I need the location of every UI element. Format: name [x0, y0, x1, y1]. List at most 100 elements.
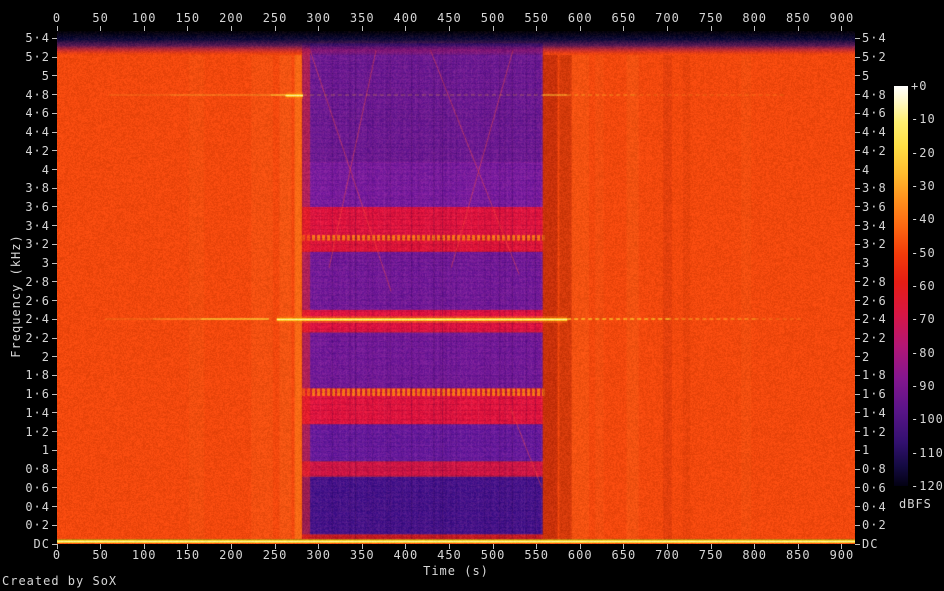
x-tick-label: 300 [306, 548, 331, 562]
y-tick-label: 4 [41, 162, 50, 177]
x-tick-mark [623, 26, 625, 31]
time-axis-title: Time (s) [423, 564, 489, 578]
y-tick-mark [855, 281, 860, 283]
x-tick-mark [361, 544, 363, 549]
x-tick-label: 850 [785, 11, 811, 25]
y-tick-mark [52, 225, 57, 227]
x-tick-mark [187, 26, 189, 31]
y-tick-label: 0·2 [862, 518, 887, 533]
x-tick-mark [405, 544, 407, 549]
x-tick-label: 500 [480, 548, 506, 562]
y-tick-label: 3·2 [862, 237, 887, 252]
x-tick-mark [579, 26, 581, 31]
y-tick-mark [52, 487, 57, 489]
x-tick-label: 300 [306, 11, 331, 25]
y-tick-label: 5 [41, 68, 50, 83]
x-tick-label: 700 [655, 11, 680, 25]
y-tick-mark [52, 318, 57, 320]
y-tick-mark [52, 37, 57, 39]
x-tick-label: 200 [219, 11, 244, 25]
y-tick-label: 4·8 [862, 87, 887, 102]
x-tick-mark [274, 544, 276, 549]
y-tick-label: 1·8 [862, 368, 887, 383]
x-tick-mark [100, 26, 102, 31]
y-tick-mark [52, 281, 57, 283]
y-tick-mark [855, 337, 860, 339]
y-tick-label: 2 [862, 349, 871, 364]
y-tick-mark [855, 318, 860, 320]
colorbar-tick-label: -10 [911, 112, 936, 127]
x-tick-mark [230, 544, 232, 549]
x-tick-mark [187, 544, 189, 549]
sox-spectrogram-window: 0 50 100 150 200 250 300 350 400 450 500 550 600 650 7… [0, 0, 944, 591]
x-tick-label: 150 [175, 548, 201, 562]
colorbar-tick-label: -110 [911, 445, 944, 460]
y-tick-label: 1·4 [862, 405, 887, 420]
y-tick-mark [855, 393, 860, 395]
y-tick-label: 1·4 [25, 405, 50, 420]
y-tick-mark [855, 468, 860, 470]
y-tick-label: 1·6 [25, 387, 50, 402]
colorbar-tick-label: -80 [911, 345, 936, 360]
y-tick-mark [52, 393, 57, 395]
x-tick-mark [797, 544, 799, 549]
y-tick-label: 5·4 [25, 31, 50, 46]
x-tick-label: 750 [698, 548, 724, 562]
colorbar-tick-label: +0 [911, 79, 928, 93]
x-tick-mark [143, 26, 145, 31]
y-tick-mark [52, 300, 57, 302]
colorbar-tick-label: -20 [911, 145, 936, 160]
x-tick-label: 250 [262, 11, 288, 25]
y-tick-label: 3 [862, 256, 871, 271]
x-tick-mark [361, 26, 363, 31]
x-tick-mark [666, 26, 668, 31]
x-tick-label: 800 [742, 548, 768, 562]
y-tick-mark [52, 112, 57, 114]
x-tick-label: 350 [349, 11, 375, 25]
y-tick-mark [855, 449, 860, 451]
y-tick-mark [52, 543, 57, 545]
x-tick-label: 50 [92, 548, 109, 562]
y-tick-label: 1·2 [25, 424, 50, 439]
y-tick-label: 4·6 [862, 106, 887, 121]
dbfs-unit-label: dBFS [899, 497, 932, 511]
y-tick-label: 2 [41, 349, 50, 364]
x-tick-mark [710, 26, 712, 31]
freq-axis-title: Frequency (kHz) [9, 234, 23, 358]
x-tick-mark [841, 544, 843, 549]
x-tick-mark [536, 26, 538, 31]
x-tick-mark [448, 544, 450, 549]
y-tick-mark [855, 524, 860, 526]
x-tick-mark [536, 544, 538, 549]
y-tick-label: 2·4 [862, 312, 887, 327]
y-tick-label: 3·8 [25, 181, 50, 196]
x-tick-mark [405, 26, 407, 31]
y-tick-label: 3 [41, 256, 50, 271]
x-tick-label: 0 [52, 11, 62, 25]
colorbar-tick-label: -60 [911, 279, 936, 293]
x-tick-mark [710, 544, 712, 549]
x-tick-mark [579, 544, 581, 549]
x-tick-label: 100 [131, 548, 157, 562]
x-tick-label: 550 [524, 548, 550, 562]
y-tick-mark [52, 150, 57, 152]
x-tick-label: 50 [92, 11, 109, 25]
y-tick-label: 4 [862, 162, 871, 177]
x-tick-mark [100, 544, 102, 549]
y-tick-label: 0·4 [862, 499, 887, 514]
y-tick-label: 2·6 [862, 293, 887, 308]
y-tick-label: 5·2 [25, 50, 50, 65]
y-tick-mark [855, 94, 860, 96]
x-tick-mark [274, 26, 276, 31]
y-tick-label: 4·2 [862, 143, 887, 158]
y-tick-mark [52, 94, 57, 96]
colorbar-tick-label: -30 [911, 179, 936, 193]
y-tick-label: 2·6 [25, 293, 50, 308]
sox-credit: Created by SoX [2, 574, 118, 588]
x-tick-label: 0 [52, 548, 62, 562]
y-tick-mark [855, 75, 860, 77]
y-tick-label: 2·8 [862, 274, 887, 289]
x-tick-label: 450 [437, 11, 462, 25]
x-tick-label: 650 [611, 548, 637, 562]
colorbar-tick-label: -90 [911, 379, 936, 393]
